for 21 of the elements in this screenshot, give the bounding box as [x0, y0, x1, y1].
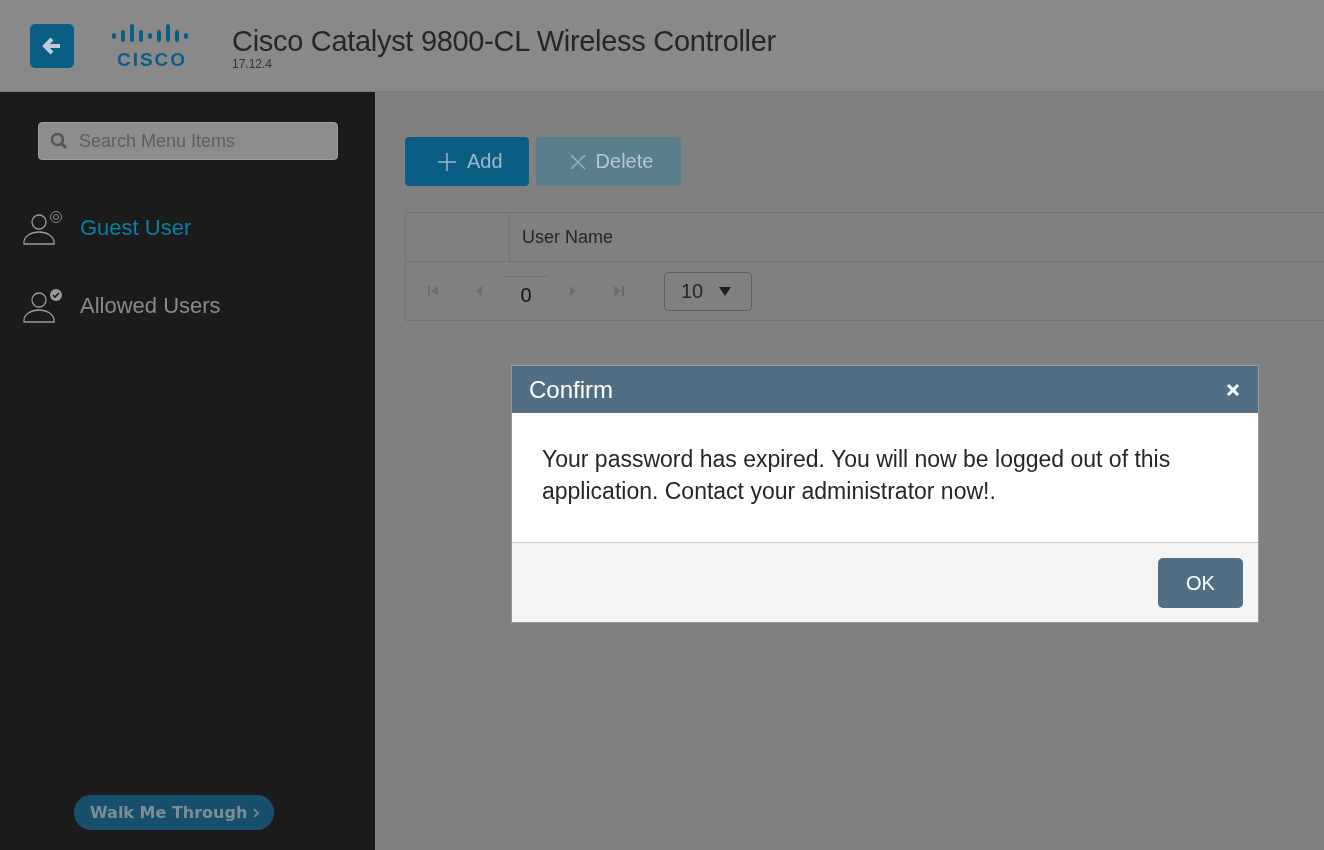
ok-button[interactable]: OK: [1158, 558, 1243, 608]
search-icon: [50, 132, 68, 150]
app-title: Cisco Catalyst 9800-CL Wireless Controller: [232, 25, 776, 58]
close-icon: [569, 153, 586, 170]
logo-text: CISCO: [116, 50, 188, 69]
column-header: User Name: [521, 225, 614, 249]
page-number: 0: [504, 276, 548, 306]
dialog-title: Confirm: [529, 375, 613, 404]
page-size-select[interactable]: 10: [664, 271, 752, 311]
add-button[interactable]: Add: [405, 137, 529, 186]
menu-item[interactable]: Allowed Users: [80, 293, 221, 319]
user-gear-icon: [22, 210, 64, 246]
plus-icon: [437, 151, 457, 172]
chevron-right-icon: [253, 807, 261, 818]
walk-me-through-button[interactable]: Walk Me Through: [74, 795, 275, 830]
caret-down-icon: [719, 286, 732, 296]
close-icon[interactable]: [1226, 382, 1240, 397]
user-check-icon: [22, 288, 64, 324]
menu-item[interactable]: Guest User: [80, 215, 192, 241]
back-button[interactable]: [30, 23, 74, 68]
version-label: 17.12.4: [232, 57, 274, 72]
